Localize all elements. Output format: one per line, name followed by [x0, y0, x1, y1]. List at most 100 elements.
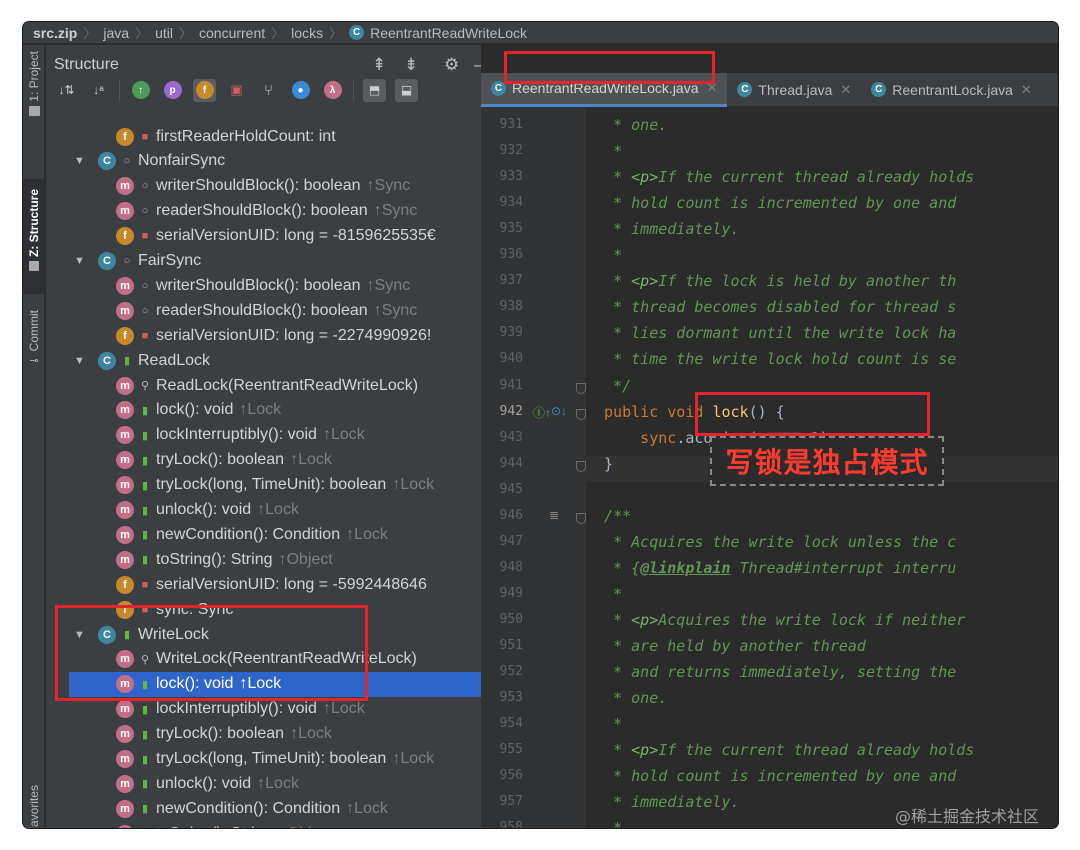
tree-field-node[interactable]: f ■ firstReaderHoldCount: int: [46, 124, 481, 149]
structure-icon: [29, 261, 39, 272]
code-token: * time the write lock hold count is se: [586, 350, 957, 369]
tree-node-label: toString(): String: [156, 825, 272, 828]
toolbar-divider: [119, 80, 120, 100]
inherited-from-label: ↑Lock: [290, 725, 332, 743]
editor-tab[interactable]: C ReentrantLock.java ✕: [861, 73, 1042, 107]
fold-marker-icon[interactable]: [576, 512, 586, 524]
gear-icon[interactable]: ⚙: [444, 55, 459, 75]
close-icon[interactable]: ✕: [1021, 82, 1032, 98]
code-token: * Acquires the write lock unless the c: [586, 532, 957, 551]
class-icon: C: [871, 82, 887, 97]
breadcrumb-item[interactable]: java: [103, 25, 129, 41]
expand-arrow-icon[interactable]: ▼: [74, 255, 88, 267]
tree-class-node[interactable]: ▼ C ○ FairSync: [46, 249, 481, 274]
tree-method-node[interactable]: m ○ readerShouldBlock(): boolean ↑Sync: [46, 298, 481, 323]
fold-marker-icon[interactable]: [576, 460, 586, 472]
code-line: * and returns immediately, setting the: [586, 663, 956, 681]
line-number: 958: [499, 820, 523, 828]
implements-method-icon[interactable]: Ⓘ↑: [533, 404, 551, 421]
expand-arrow-icon[interactable]: ▼: [74, 155, 88, 167]
tree-method-node[interactable]: m ▮ toString(): String ↑Object: [46, 547, 481, 572]
show-properties-icon[interactable]: p: [161, 79, 184, 102]
tree-method-node[interactable]: m ▮ toString(): String ↑Object: [46, 821, 481, 828]
breadcrumb-item[interactable]: locks: [291, 25, 323, 41]
code-token: * immediately.: [586, 793, 740, 812]
tree-method-node[interactable]: m ▮ tryLock(long, TimeUnit): boolean ↑Lock: [46, 473, 481, 498]
inherited-from-label: ↑Sync: [366, 177, 411, 195]
show-non-public-icon[interactable]: ▣: [225, 79, 248, 102]
tree-class-node[interactable]: ▼ C ○ NonfairSync: [46, 149, 481, 174]
show-anonymous-icon[interactable]: ●: [289, 79, 312, 102]
tree-method-node[interactable]: m ⚲ ReadLock(ReentrantReadWriteLock): [46, 373, 481, 398]
autoscroll-from-source-icon[interactable]: ⬓: [395, 78, 418, 102]
tree-method-node[interactable]: m ▮ unlock(): void ↑Lock: [46, 771, 481, 796]
package-private-icon: ▮: [141, 753, 149, 766]
tree-method-node[interactable]: m ▮ lock(): void ↑Lock: [46, 398, 481, 423]
breadcrumb-item[interactable]: util: [155, 25, 173, 41]
autoscroll-to-source-icon[interactable]: ⬒: [363, 78, 386, 102]
sort-by-visibility-icon[interactable]: ↓⇅: [55, 79, 78, 102]
method-icon: m: [116, 202, 134, 221]
collapse-all-icon[interactable]: ⇟: [404, 55, 418, 75]
tree-method-node[interactable]: m ▮ unlock(): void ↑Lock: [46, 498, 481, 523]
tree-node-label: writerShouldBlock(): boolean: [156, 276, 361, 294]
sort-alphabetically-icon[interactable]: ↓ᵃ: [87, 79, 110, 102]
code-token: *: [586, 819, 622, 828]
tree-method-node[interactable]: m ▮ tryLock(long, TimeUnit): boolean ↑Lock: [46, 747, 481, 772]
show-lambdas-icon[interactable]: λ: [321, 79, 344, 102]
code-token: *: [586, 142, 623, 161]
tree-method-node[interactable]: m ▮ tryLock(): boolean ↑Lock: [46, 722, 481, 747]
code-line: *: [586, 142, 622, 160]
code-token: * one.: [586, 116, 668, 134]
visibility-dot-icon: ○: [141, 304, 149, 317]
commit-tool-tab[interactable]: Commit ⊸: [23, 310, 45, 385]
breadcrumb-item[interactable]: concurrent: [199, 25, 265, 41]
favorites-tool-tab[interactable]: 2: Favorites: [23, 785, 45, 828]
expand-all-icon[interactable]: ⇞: [372, 55, 386, 75]
line-number: 933: [499, 169, 523, 185]
editor-tab[interactable]: C Thread.java ✕: [727, 73, 861, 107]
tree-field-node[interactable]: f ■ serialVersionUID: long = -8159625535€: [46, 224, 481, 249]
code-token: * thread becomes disabled for thread s: [586, 298, 957, 317]
tree-field-node[interactable]: f ■ serialVersionUID: long = -5992448646: [46, 572, 481, 597]
breadcrumb-item[interactable]: src.zip: [33, 25, 77, 41]
rendered-doc-icon[interactable]: ≣: [549, 508, 559, 522]
tree-field-node[interactable]: f ■ serialVersionUID: long = -2274990926!: [46, 323, 481, 348]
breadcrumb: src.zip 〉 java 〉 util 〉 concurrent 〉 loc…: [23, 22, 1058, 44]
structure-tool-tab[interactable]: Z: Structure: [23, 179, 45, 294]
project-tool-tab[interactable]: 1: Project: [23, 51, 45, 136]
breadcrumb-item[interactable]: ReentrantReadWriteLock: [370, 25, 527, 41]
show-inherited-icon[interactable]: ↑: [129, 79, 152, 102]
method-icon: m: [116, 401, 134, 420]
tree-class-node[interactable]: ▼ C ▮ ReadLock: [46, 348, 481, 373]
tree-method-node[interactable]: m ▮ newCondition(): Condition ↑Lock: [46, 796, 481, 821]
annotation-box-writelock: [55, 605, 368, 701]
fold-marker-icon[interactable]: [576, 382, 586, 394]
class-icon: C: [98, 351, 116, 370]
tree-method-node[interactable]: m ○ writerShouldBlock(): boolean ↑Sync: [46, 174, 481, 199]
tree-method-node[interactable]: m ○ readerShouldBlock(): boolean ↑Sync: [46, 199, 481, 224]
inherited-from-label: ↑Lock: [257, 774, 299, 792]
tree-node-label: toString(): String: [156, 550, 273, 568]
code-token: <p>: [631, 610, 659, 629]
tree-method-node[interactable]: m ▮ tryLock(): boolean ↑Lock: [46, 448, 481, 473]
tree-method-node[interactable]: m ▮ newCondition(): Condition ↑Lock: [46, 522, 481, 547]
tree-method-node[interactable]: m ○ writerShouldBlock(): boolean ↑Sync: [46, 273, 481, 298]
expand-arrow-icon[interactable]: ▼: [74, 355, 88, 367]
tree-method-node[interactable]: m ▮ lockInterruptibly(): void ↑Lock: [46, 423, 481, 448]
code-token: * hold count is incremented by one and: [586, 767, 957, 786]
tree-node-label: ReadLock: [138, 351, 211, 369]
inherited-from-label: ↑Lock: [346, 799, 388, 817]
code-token: If the lock is held by another th: [658, 272, 957, 291]
show-hierarchy-icon[interactable]: ⑂: [257, 79, 280, 102]
show-fields-icon[interactable]: f: [193, 78, 216, 102]
hide-icon[interactable]: —: [474, 55, 481, 75]
commit-icon: ⊸: [29, 355, 39, 368]
structure-panel: Structure ⇞ ⇟ ⚙ — ↓⇅ ↓ᵃ ↑ p f ▣ ⑂ ● λ ⬒ …: [46, 45, 481, 828]
fold-marker-icon[interactable]: [576, 408, 586, 420]
line-number: 931: [499, 117, 523, 132]
favorites-tab-label: 2: Favorites: [27, 785, 41, 828]
overridden-method-icon[interactable]: ⊙↓: [551, 404, 567, 418]
code-line: * {@linkplain Thread#interrupt interru: [586, 559, 956, 577]
close-icon[interactable]: ✕: [840, 82, 851, 98]
